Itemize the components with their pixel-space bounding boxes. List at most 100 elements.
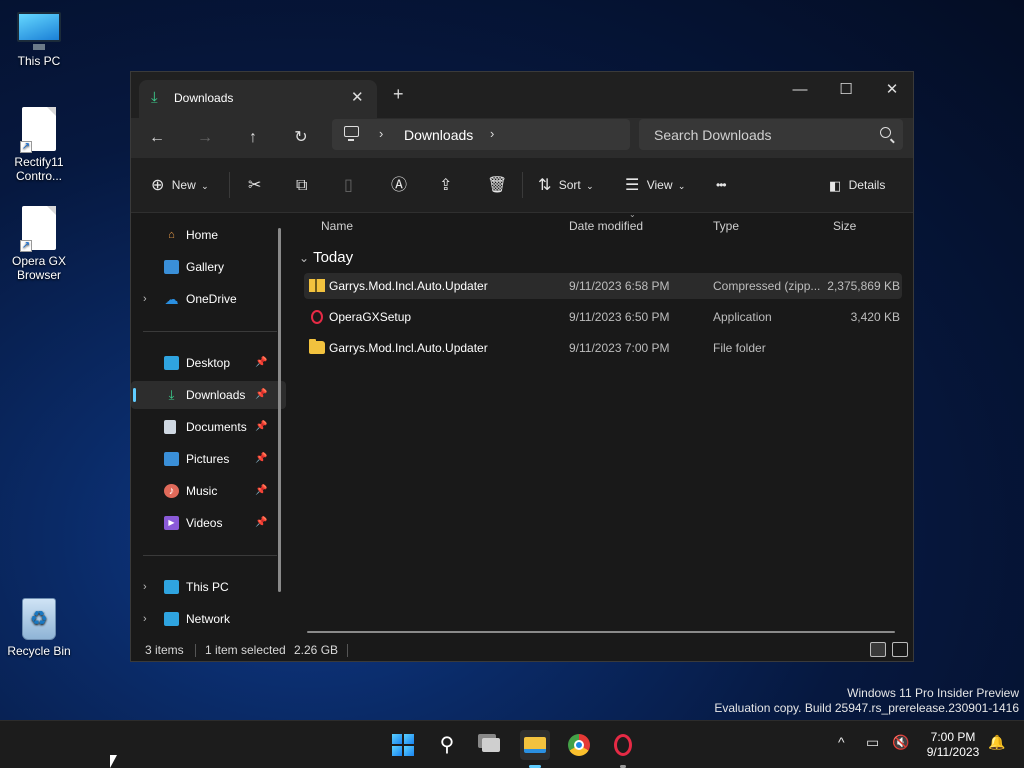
- pin-icon[interactable]: 📌: [255, 381, 267, 409]
- file-name: Garrys.Mod.Incl.Auto.Updater: [329, 341, 488, 355]
- zip-folder-icon: [309, 279, 325, 292]
- table-row[interactable]: OperaGXSetup 9/11/2023 6:50 PM Applicati…: [304, 304, 902, 330]
- notification-bell-icon[interactable]: 🔔: [988, 734, 1005, 751]
- breadcrumb-downloads[interactable]: Downloads: [404, 127, 473, 143]
- navigation-bar: ← → ↑ ↻ › Downloads ›: [131, 118, 913, 158]
- tiles-view-button[interactable]: [892, 642, 908, 657]
- chrome-taskbar-button[interactable]: [564, 730, 594, 760]
- tab-close-button[interactable]: ✕: [351, 88, 364, 106]
- paste-button[interactable]: ▯: [344, 172, 353, 198]
- copy-button[interactable]: ⧉: [296, 172, 307, 198]
- chevron-right-icon[interactable]: ›: [490, 126, 494, 141]
- sidebar-item-network[interactable]: › Network: [131, 605, 286, 633]
- delete-button[interactable]: 🗑: [487, 172, 507, 198]
- desktop-icon-opera-gx[interactable]: ↗ Opera GX Browser: [4, 206, 74, 282]
- sidebar-item-this-pc[interactable]: › This PC: [131, 573, 286, 601]
- sidebar-item-label: Network: [186, 612, 231, 626]
- opera-gx-taskbar-button[interactable]: [608, 730, 638, 768]
- paste-icon: ▯: [344, 176, 353, 194]
- share-button[interactable]: ⇪: [439, 172, 452, 198]
- close-window-button[interactable]: ✕: [869, 76, 915, 104]
- back-button[interactable]: ←: [142, 124, 172, 152]
- pin-icon[interactable]: 📌: [255, 509, 267, 537]
- filelist-scrollbar[interactable]: [307, 631, 895, 633]
- desktop-icon-rectify11[interactable]: ↗ Rectify11 Contro...: [4, 107, 74, 183]
- sidebar-item-onedrive[interactable]: › ☁ OneDrive: [131, 285, 286, 313]
- pin-icon[interactable]: 📌: [255, 349, 267, 377]
- sidebar-item-gallery[interactable]: Gallery: [131, 253, 286, 281]
- sidebar-item-videos[interactable]: ▶ Videos 📌: [131, 509, 286, 537]
- details-button-label: Details: [848, 178, 886, 192]
- tab-downloads[interactable]: ⤓ Downloads ✕: [139, 80, 377, 118]
- table-row[interactable]: Garrys.Mod.Incl.Auto.Updater 9/11/2023 7…: [304, 335, 902, 361]
- pin-icon[interactable]: 📌: [255, 413, 267, 441]
- rename-button[interactable]: Ⓐ: [391, 172, 407, 198]
- taskbar: ⚲ ^ ▭ 🔇 7:00 PM 9/11/2023 🔔: [0, 720, 1024, 768]
- nav-divider: [143, 555, 277, 556]
- start-button[interactable]: [388, 730, 418, 760]
- volume-muted-icon[interactable]: 🔇: [892, 734, 909, 751]
- up-button[interactable]: ↑: [238, 124, 268, 152]
- task-view-button[interactable]: [476, 730, 506, 760]
- sidebar-item-downloads[interactable]: ⤓ Downloads 📌: [131, 381, 286, 409]
- chevron-right-icon[interactable]: ›: [143, 285, 147, 313]
- desktop-icon-this-pc[interactable]: This PC: [4, 12, 74, 68]
- status-divider: [195, 644, 196, 657]
- details-pane-button[interactable]: ◧ Details: [829, 172, 885, 198]
- opera-icon: [311, 310, 323, 324]
- desktop-icon-recycle-bin[interactable]: ♻ Recycle Bin: [4, 598, 74, 658]
- search-input[interactable]: [639, 119, 869, 150]
- search-box[interactable]: [639, 119, 903, 150]
- chevron-right-icon[interactable]: ›: [143, 605, 147, 633]
- search-taskbar-button[interactable]: ⚲: [432, 730, 462, 760]
- opera-icon: [614, 734, 632, 756]
- clock-time: 7:00 PM: [930, 730, 976, 744]
- column-header-size[interactable]: Size: [833, 219, 856, 233]
- sidebar-item-music[interactable]: ♪ Music 📌: [131, 477, 286, 505]
- pin-icon[interactable]: 📌: [255, 477, 267, 505]
- navpane-scrollbar[interactable]: [278, 228, 281, 592]
- refresh-button[interactable]: ↻: [286, 124, 316, 152]
- videos-icon: ▶: [164, 516, 179, 530]
- address-bar[interactable]: › Downloads ›: [332, 119, 630, 150]
- status-divider: [347, 644, 348, 657]
- chevron-right-icon[interactable]: ›: [379, 126, 383, 141]
- minimize-button[interactable]: —: [777, 76, 823, 104]
- computer-icon: [17, 12, 61, 50]
- desktop-icon-label: Opera GX: [11, 254, 67, 268]
- sidebar-item-label: Videos: [186, 516, 223, 530]
- sidebar-item-home[interactable]: ⌂ Home: [131, 221, 286, 249]
- table-row[interactable]: Garrys.Mod.Incl.Auto.Updater 9/11/2023 6…: [304, 273, 902, 299]
- sidebar-item-pictures[interactable]: Pictures 📌: [131, 445, 286, 473]
- see-more-button[interactable]: •••: [716, 172, 727, 198]
- network-icon[interactable]: ▭: [866, 734, 879, 751]
- sort-button[interactable]: ⇅ Sort ⌄: [538, 172, 594, 198]
- desktop-icon-label: Rectify11: [14, 155, 64, 169]
- file-explorer-taskbar-button[interactable]: [520, 730, 550, 768]
- item-count: 3 items: [145, 643, 184, 657]
- sidebar-item-documents[interactable]: Documents 📌: [131, 413, 286, 441]
- chrome-icon: [568, 734, 590, 756]
- column-header-date[interactable]: Date modified: [569, 219, 643, 233]
- details-view-button[interactable]: [870, 642, 886, 657]
- view-button[interactable]: ☰ View ⌄: [625, 172, 685, 198]
- clock[interactable]: 7:00 PM 9/11/2023: [912, 730, 994, 760]
- sidebar-item-label: Downloads: [186, 388, 246, 402]
- maximize-button[interactable]: ☐: [823, 76, 869, 104]
- plus-circle-icon: ⊕: [151, 176, 165, 194]
- cut-button[interactable]: ✂: [248, 172, 261, 198]
- new-tab-button[interactable]: +: [393, 84, 404, 105]
- sidebar-item-desktop[interactable]: Desktop 📌: [131, 349, 286, 377]
- column-header-name[interactable]: Name: [321, 219, 353, 233]
- forward-button[interactable]: →: [190, 124, 220, 152]
- task-view-icon: [482, 738, 500, 752]
- desktop-icon-label: Contro...: [15, 169, 63, 183]
- column-header-type[interactable]: Type: [713, 219, 739, 233]
- pin-icon[interactable]: 📌: [255, 445, 267, 473]
- document-icon: [164, 420, 176, 434]
- group-header-today[interactable]: ⌄ Today: [299, 249, 353, 266]
- mouse-cursor: [110, 755, 117, 768]
- chevron-right-icon[interactable]: ›: [143, 573, 147, 601]
- new-button[interactable]: ⊕ New ⌄: [151, 172, 209, 198]
- show-hidden-icons-button[interactable]: ^: [838, 734, 845, 750]
